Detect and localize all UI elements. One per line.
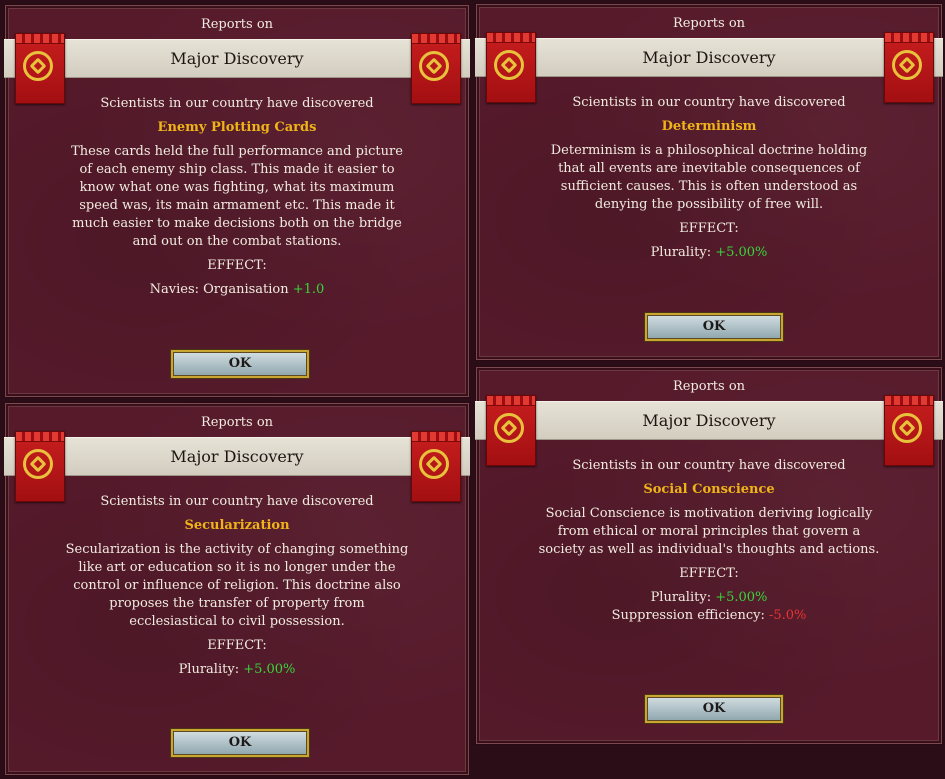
- effect-name: Plurality:: [178, 662, 240, 677]
- discovery-name: Enemy Plotting Cards: [157, 120, 317, 135]
- effect-label: EFFECT:: [207, 638, 267, 653]
- reports-on-label: Reports on: [672, 16, 746, 31]
- effect-value: -5.0%: [768, 608, 807, 623]
- effect-line: Plurality: +5.00%: [475, 244, 943, 262]
- event-title: Major Discovery: [642, 411, 776, 430]
- report-body: Scientists in our country have discovere…: [4, 493, 470, 679]
- event-title: Major Discovery: [642, 48, 776, 67]
- right-flag-icon: [884, 395, 934, 466]
- left-flag-icon: [15, 33, 65, 104]
- title-banner: Major Discovery: [475, 38, 943, 77]
- effect-name: Plurality:: [650, 245, 712, 260]
- report-body: Scientists in our country have discovere…: [4, 95, 470, 299]
- right-flag-icon: [411, 33, 461, 104]
- intro-text: Scientists in our country have discovere…: [100, 96, 374, 111]
- left-flag-icon: [486, 395, 536, 466]
- discovery-description: Secularization is the activity of changi…: [65, 542, 409, 629]
- discovery-description: Determinism is a philosophical doctrine …: [550, 143, 868, 212]
- title-banner: Major Discovery: [4, 437, 470, 476]
- effect-label: EFFECT:: [207, 258, 267, 273]
- effect-name: Navies: Organisation: [149, 282, 289, 297]
- effect-label: EFFECT:: [679, 221, 739, 236]
- report-panel-enemy-plotting-cards: Reports on Major Discovery Scientists in…: [4, 4, 470, 398]
- effect-line: Plurality: +5.00%: [475, 589, 943, 607]
- effects-list: Navies: Organisation +1.0: [4, 281, 470, 299]
- discovery-name: Social Conscience: [643, 482, 775, 497]
- effect-value: +5.00%: [715, 245, 768, 260]
- ok-button[interactable]: OK: [645, 313, 783, 341]
- reports-on-label: Reports on: [672, 379, 746, 394]
- effect-value: +1.0: [292, 282, 325, 297]
- report-panel-secularization: Reports on Major Discovery Scientists in…: [4, 402, 470, 776]
- effect-label: EFFECT:: [679, 566, 739, 581]
- left-flag-icon: [15, 431, 65, 502]
- effects-list: Plurality: +5.00%: [4, 661, 470, 679]
- reports-on-label: Reports on: [200, 17, 274, 32]
- report-panel-determinism: Reports on Major Discovery Scientists in…: [475, 3, 943, 361]
- ok-button[interactable]: OK: [645, 695, 783, 723]
- reports-on-label: Reports on: [200, 415, 274, 430]
- effect-line: Suppression efficiency: -5.0%: [475, 607, 943, 625]
- left-flag-icon: [486, 32, 536, 103]
- ok-button[interactable]: OK: [171, 729, 309, 757]
- effect-name: Suppression efficiency:: [611, 608, 765, 623]
- effect-value: +5.00%: [243, 662, 296, 677]
- event-title: Major Discovery: [170, 49, 304, 68]
- effect-value: +5.00%: [715, 590, 768, 605]
- intro-text: Scientists in our country have discovere…: [572, 458, 846, 473]
- discovery-description: These cards held the full performance an…: [71, 144, 403, 249]
- effects-list: Plurality: +5.00%: [475, 244, 943, 262]
- intro-text: Scientists in our country have discovere…: [572, 95, 846, 110]
- report-panel-social-conscience: Reports on Major Discovery Scientists in…: [475, 366, 943, 745]
- effect-line: Plurality: +5.00%: [4, 661, 470, 679]
- effect-line: Navies: Organisation +1.0: [4, 281, 470, 299]
- title-banner: Major Discovery: [4, 39, 470, 78]
- discovery-name: Secularization: [184, 518, 290, 533]
- report-body: Scientists in our country have discovere…: [475, 94, 943, 262]
- title-banner: Major Discovery: [475, 401, 943, 440]
- right-flag-icon: [884, 32, 934, 103]
- event-title: Major Discovery: [170, 447, 304, 466]
- intro-text: Scientists in our country have discovere…: [100, 494, 374, 509]
- right-flag-icon: [411, 431, 461, 502]
- discovery-description: Social Conscience is motivation deriving…: [538, 506, 880, 557]
- discovery-name: Determinism: [661, 119, 757, 134]
- ok-button[interactable]: OK: [171, 350, 309, 378]
- effects-list: Plurality: +5.00% Suppression efficiency…: [475, 589, 943, 625]
- report-body: Scientists in our country have discovere…: [475, 457, 943, 625]
- effect-name: Plurality:: [650, 590, 712, 605]
